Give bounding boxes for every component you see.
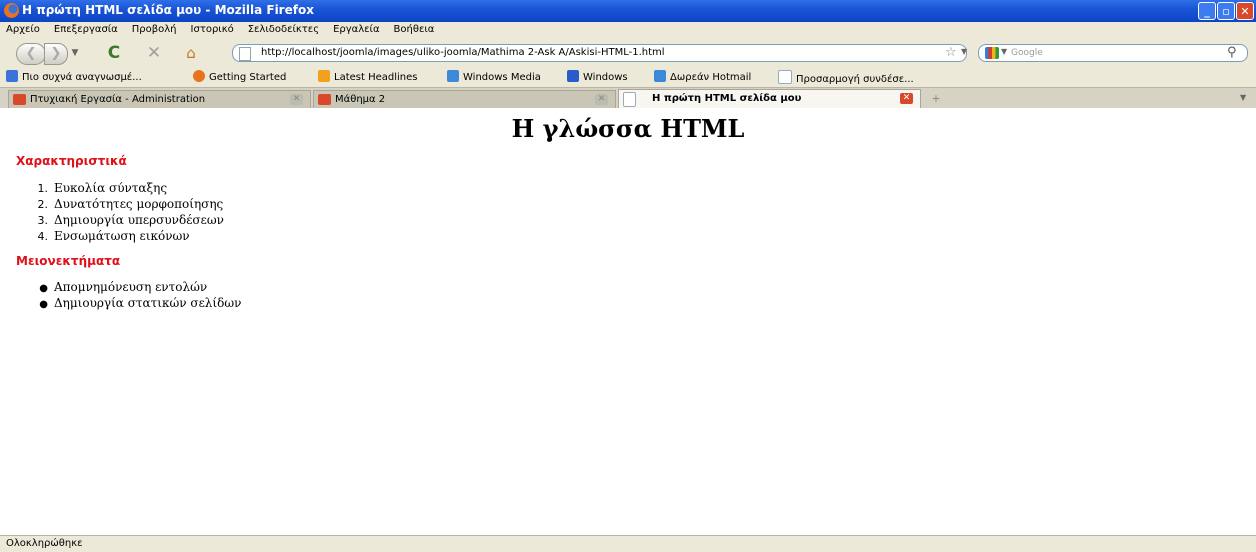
list-item: ● Απομνημόνευση εντολών [26,279,241,295]
tab-list-dropdown-icon[interactable]: ▼ [1240,93,1246,102]
search-engine-dropdown-icon[interactable]: ▼ [1001,47,1007,56]
list-item: 3. Δημιουργία υπερσυνδέσεων [37,213,224,227]
tab-close-icon[interactable]: ✕ [595,94,608,105]
stop-button[interactable]: ✕ [143,43,165,63]
bookmark-windows[interactable]: Windows [567,70,628,83]
page-icon [239,47,251,61]
firefox-icon [193,70,205,82]
plus-icon: + [931,92,941,105]
history-dropdown-button[interactable]: ▼ [68,43,82,63]
menu-view[interactable]: Προβολή [132,24,177,35]
search-icon[interactable]: ⚲ [1227,45,1237,60]
features-list: 1. Ευκολία σύνταξης 2. Δυνατότητες μορφοπο… [26,180,224,244]
joomla-icon [13,94,26,105]
reload-icon: C [107,43,121,63]
status-text: Ολοκληρώθηκε [6,538,83,549]
list-item: 1. Ευκολία σύνταξης [37,181,168,195]
home-icon: ⌂ [186,44,196,62]
list-item: 4. Ενσωμάτωση εικόνων [37,229,190,243]
bookmarks-bar: Πιο συχνά αναγνωσμέ... Getting Started L… [0,67,1256,87]
back-arrow-icon: ❮ [25,46,37,61]
page-icon [778,70,792,84]
msn-icon [654,70,666,82]
page-heading: Η γλώσσα HTML [511,114,745,143]
tab-mathima-2[interactable]: Μάθημα 2 ✕ [313,90,616,108]
window-titlebar: Η πρώτη HTML σελίδα μου - Mozilla Firefo… [0,0,1256,22]
feed-icon [318,70,330,82]
menu-help[interactable]: Βοήθεια [394,24,435,35]
bookmark-getting-started[interactable]: Getting Started [193,70,286,83]
window-title: Η πρώτη HTML σελίδα μου - Mozilla Firefo… [22,3,314,17]
section-heading-features: Χαρακτηριστικά [16,154,127,168]
minimize-button[interactable]: _ [1198,2,1216,20]
reload-button[interactable]: C [103,43,125,63]
stop-icon: ✕ [146,43,162,63]
tab-administration[interactable]: Πτυχιακή Εργασία - Administration ✕ [8,90,311,108]
firefox-icon [4,3,19,18]
home-button[interactable]: ⌂ [180,43,202,63]
search-placeholder[interactable]: Google [1011,48,1043,58]
forward-arrow-icon: ❯ [50,46,62,61]
close-button[interactable]: ✕ [1236,2,1254,20]
list-item: 2. Δυνατότητες μορφοποίησης [37,197,224,211]
bullet-icon: ● [39,299,48,310]
new-tab-button[interactable]: + [925,90,947,108]
url-bar[interactable]: http://localhost/joomla/images/uliko-joo… [232,44,967,62]
joomla-icon [318,94,331,105]
page-icon [623,92,636,107]
list-item: ● Δημιουργία στατικών σελίδων [26,295,241,311]
rss-icon [6,70,18,82]
tab-bar: Πτυχιακή Εργασία - Administration ✕ Μάθη… [0,87,1256,109]
tab-close-icon[interactable]: ✕ [290,94,303,105]
windows-icon [567,70,579,82]
disadvantages-list: ● Απομνημόνευση εντολών ● Δημιουργία στατι… [26,279,241,311]
bookmark-windows-media[interactable]: Windows Media [447,70,541,83]
search-bar[interactable]: ▼ Google ⚲ [978,44,1248,62]
url-dropdown-icon[interactable]: ▼ [961,47,967,56]
bookmark-customize-links[interactable]: Προσαρμογή συνδέσε... [778,70,914,85]
status-bar: Ολοκληρώθηκε [0,535,1256,552]
menu-file[interactable]: Αρχείο [6,24,40,35]
menu-history[interactable]: Ιστορικό [191,24,234,35]
tab-close-icon[interactable]: ✕ [900,93,913,104]
bookmark-star-icon[interactable]: ☆ [945,45,957,60]
msn-icon [447,70,459,82]
section-heading-disadvantages: Μειονεκτήματα [16,254,121,268]
google-icon[interactable] [985,47,999,59]
back-button[interactable]: ❮ [16,43,46,65]
navigation-toolbar: ❮ ❯ ▼ C ✕ ⌂ http://localhost/joomla/imag… [0,39,1256,67]
page-content: Η γλώσσα HTML Χαρακτηριστικά 1. Ευκολία σ… [0,108,1256,535]
menu-bar: Αρχείο Επεξεργασία Προβολή Ιστορικό Σελιδοδε… [0,22,1256,39]
maximize-button[interactable]: ▫ [1217,2,1235,20]
forward-button[interactable]: ❯ [44,43,68,65]
bookmark-most-visited[interactable]: Πιο συχνά αναγνωσμέ... [6,70,142,83]
menu-edit[interactable]: Επεξεργασία [54,24,118,35]
bookmark-latest-headlines[interactable]: Latest Headlines [318,70,418,83]
menu-tools[interactable]: Εργαλεία [333,24,379,35]
url-text[interactable]: http://localhost/joomla/images/uliko-joo… [261,47,665,58]
menu-bookmarks[interactable]: Σελιδοδείκτες [248,24,319,35]
tab-active-page[interactable]: Η πρώτη HTML σελίδα μου ✕ [618,89,921,109]
bookmark-hotmail[interactable]: Δωρεάν Hotmail [654,70,751,83]
